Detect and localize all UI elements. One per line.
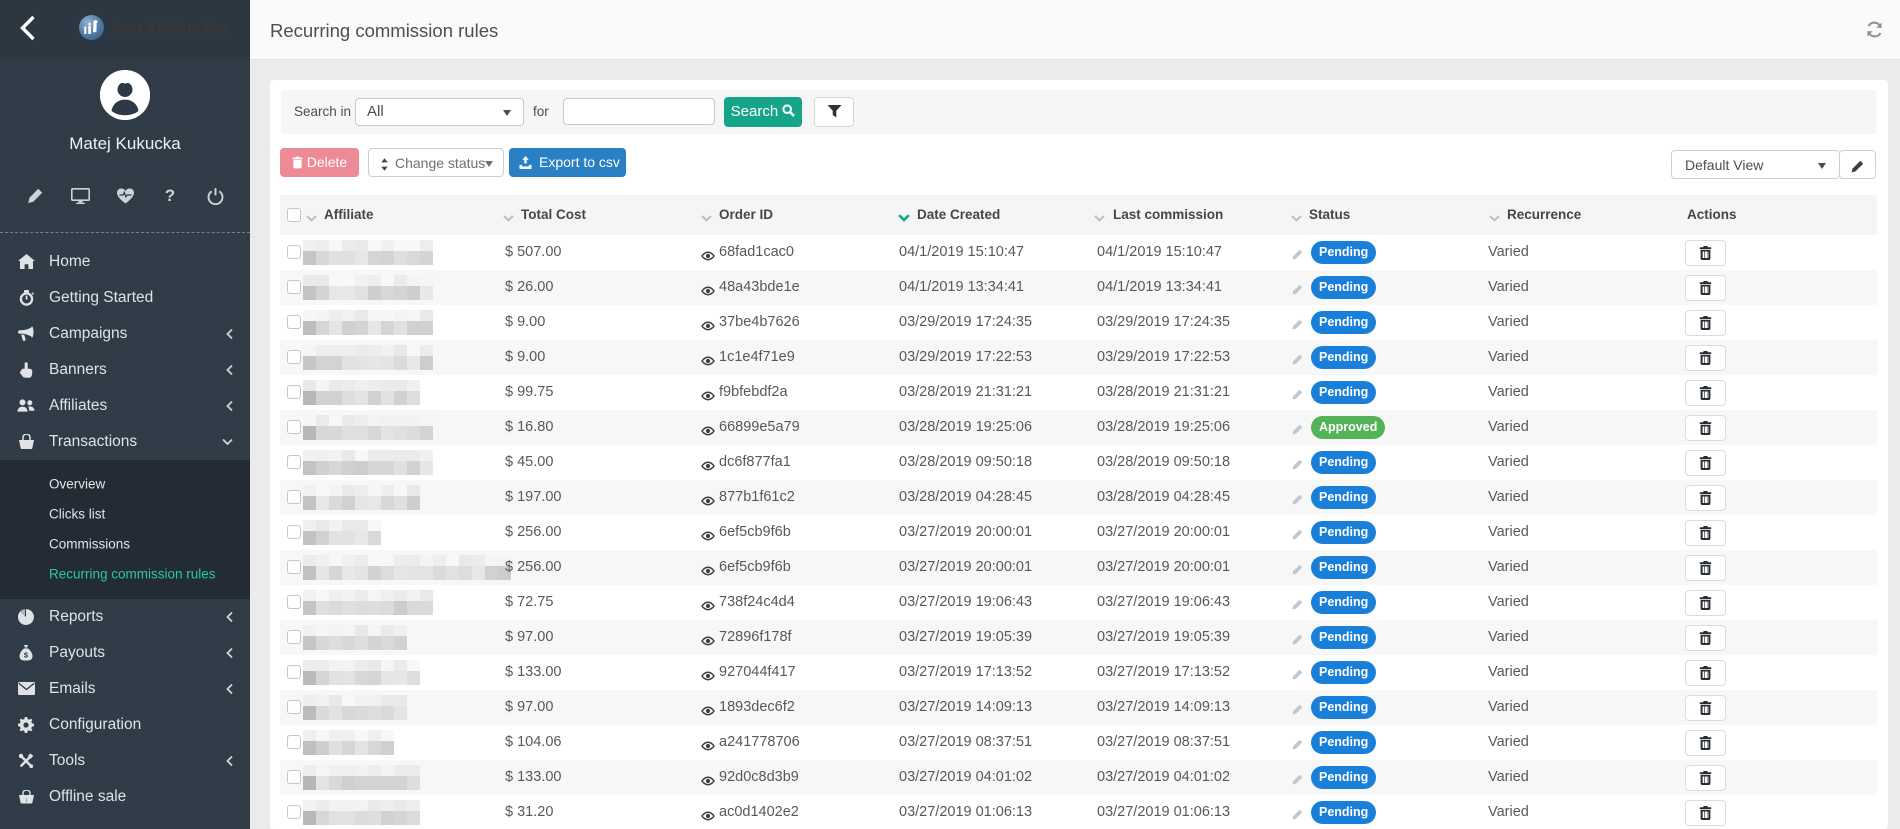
svg-text:↓: ↓ [24, 796, 27, 803]
